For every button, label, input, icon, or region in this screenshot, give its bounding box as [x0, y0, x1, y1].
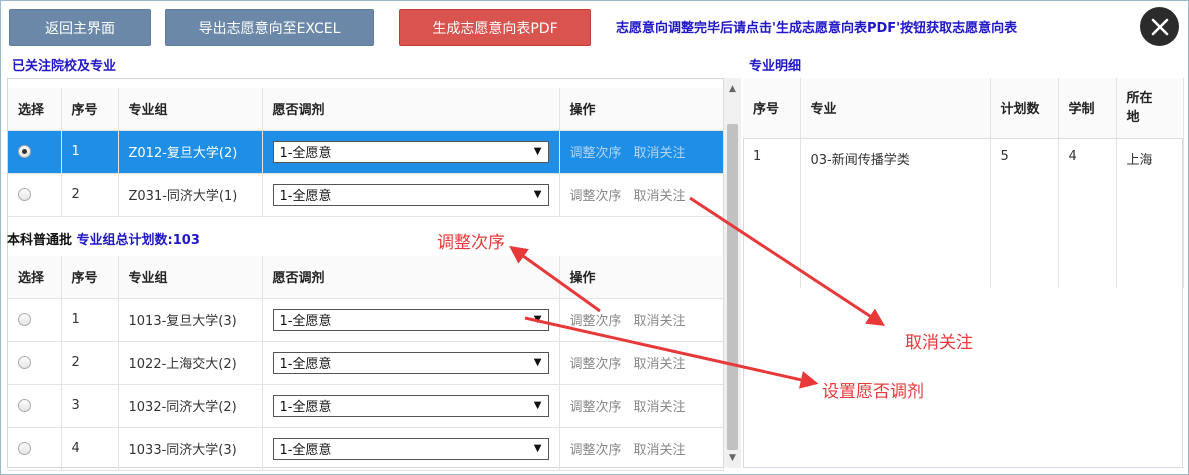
annotation-adjust: 设置愿否调剂: [822, 382, 924, 402]
unfollow-arrow: [689, 196, 886, 326]
annotation-reorder: 调整次序: [437, 233, 505, 253]
reorder-arrow: [509, 245, 601, 313]
annotation-unfollow: 取消关注: [905, 333, 973, 353]
annotation-arrows: [509, 196, 886, 389]
adjust-arrow: [524, 316, 819, 389]
